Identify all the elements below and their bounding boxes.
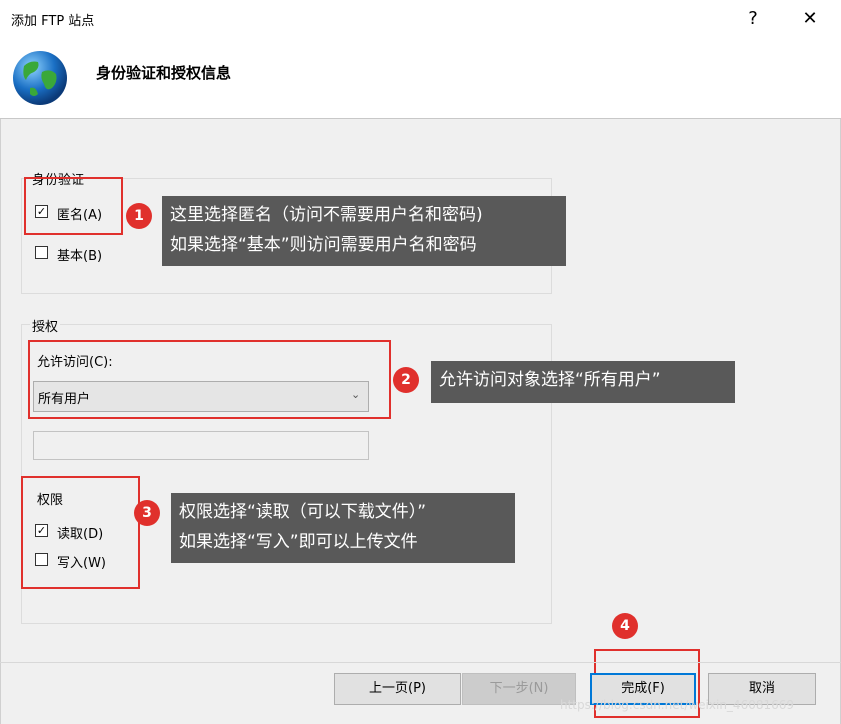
basic-checkbox[interactable] — [35, 246, 48, 259]
watermark: https://blog.csdn.net/weixin_46081669 — [560, 698, 795, 712]
authorization-group-label: 授权 — [30, 316, 61, 335]
next-button[interactable]: 下一步(N) — [462, 673, 576, 705]
basic-label[interactable]: 基本(B) — [57, 245, 102, 264]
annotation-badge-4: 4 — [612, 613, 638, 639]
globe-icon — [13, 51, 67, 105]
annotation-tooltip-3: 权限选择“读取（可以下载文件）” 如果选择“写入”即可以上传文件 — [171, 493, 515, 563]
previous-button[interactable]: 上一页(P) — [334, 673, 461, 705]
annotation-3-line-2: 如果选择“写入”即可以上传文件 — [179, 532, 418, 552]
page-heading: 身份验证和授权信息 — [96, 64, 232, 82]
annotation-tooltip-2: 允许访问对象选择“所有用户” — [431, 361, 735, 403]
annotation-3-line-1: 权限选择“读取（可以下载文件）” — [179, 502, 427, 522]
footer-separator — [0, 662, 841, 663]
annotation-box-allow-access — [28, 340, 391, 419]
annotation-tooltip-1: 这里选择匿名（访问不需要用户名和密码) 如果选择“基本”则访问需要用户名和密码 — [162, 196, 566, 266]
annotation-2-line-1: 允许访问对象选择“所有用户” — [439, 370, 661, 390]
annotation-badge-2: 2 — [393, 367, 419, 393]
window-title: 添加 FTP 站点 — [11, 14, 95, 29]
annotation-1-line-1: 这里选择匿名（访问不需要用户名和密码) — [170, 205, 483, 225]
annotation-box-anonymous — [24, 177, 123, 235]
annotation-badge-3: 3 — [134, 500, 160, 526]
annotation-1-line-2: 如果选择“基本”则访问需要用户名和密码 — [170, 235, 477, 255]
title-bar — [0, 0, 841, 38]
annotation-badge-1: 1 — [126, 203, 152, 229]
allow-access-textbox[interactable] — [33, 431, 369, 460]
help-button[interactable]: ? — [738, 4, 768, 34]
annotation-box-permissions — [21, 476, 140, 589]
close-button[interactable]: ✕ — [795, 4, 825, 34]
